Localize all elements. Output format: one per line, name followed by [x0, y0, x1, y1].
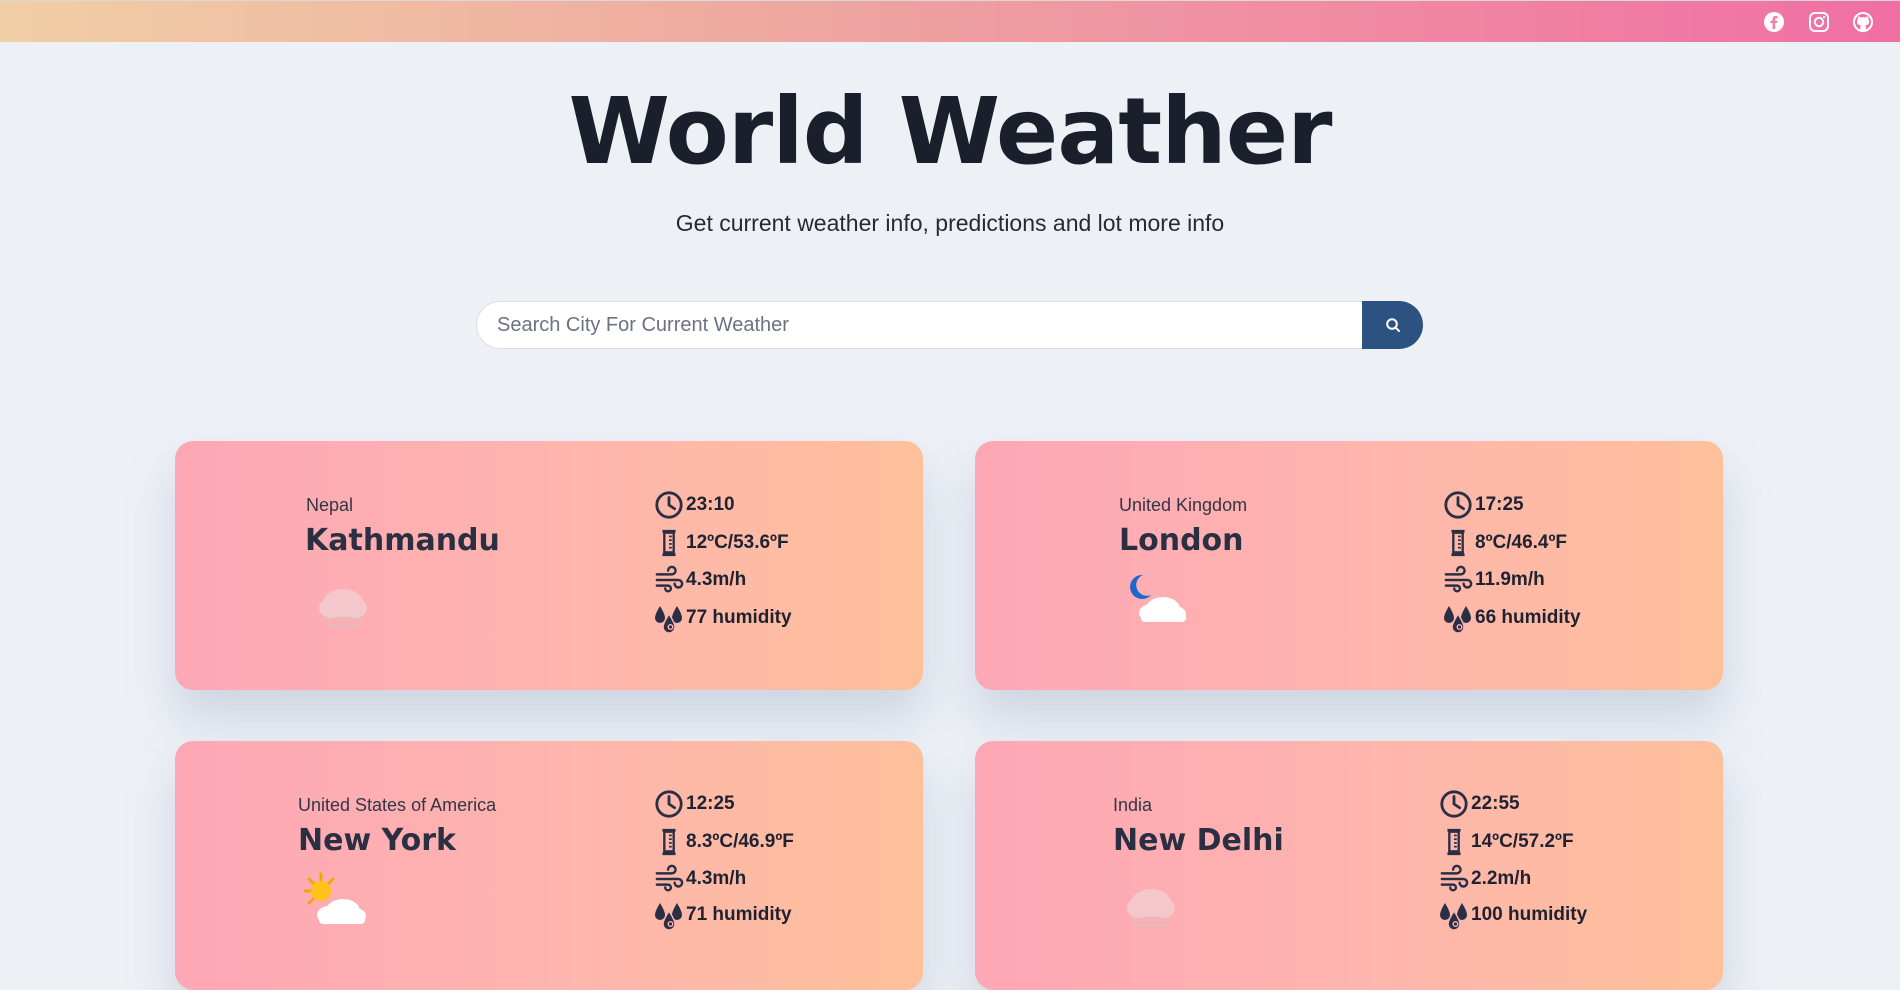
stat-humidity: 100 humidity	[1437, 899, 1587, 931]
stat-temp-value: 8.3ºC/46.9ºF	[686, 831, 794, 852]
stat-humidity-value: 66 humidity	[1475, 607, 1581, 628]
page-title: World Weather	[568, 78, 1332, 185]
card-city: New Delhi	[1113, 823, 1284, 858]
night-cloud-icon	[1121, 569, 1191, 629]
card-country: United States of America	[298, 795, 497, 815]
stat-wind: 11.9m/h	[1441, 564, 1545, 596]
stat-temp: 8.3ºC/46.9ºF	[652, 826, 794, 858]
search-icon	[1385, 318, 1400, 332]
clock-icon	[1437, 788, 1471, 820]
stat-humidity: 71 humidity	[652, 899, 792, 931]
fog-cloud-icon	[313, 581, 373, 631]
stat-wind-value: 11.9m/h	[1475, 569, 1545, 590]
clock-icon	[652, 788, 686, 820]
card-country: Nepal	[306, 495, 354, 515]
humidity-icon	[652, 899, 686, 931]
clock-icon	[1441, 489, 1475, 521]
page-subtitle: Get current weather info, predictions an…	[675, 210, 1225, 236]
facebook-icon[interactable]	[1763, 11, 1785, 33]
sun-cloud-icon	[299, 871, 369, 931]
stat-humidity-value: 77 humidity	[686, 607, 792, 628]
stat-time: 23:10	[652, 489, 735, 521]
wind-icon	[652, 564, 686, 596]
stat-humidity: 77 humidity	[652, 602, 792, 634]
stat-wind: 2.2m/h	[1437, 863, 1531, 895]
search-input[interactable]	[476, 301, 1362, 349]
stat-time: 17:25	[1441, 489, 1524, 521]
weather-card-kathmandu[interactable]: Nepal Kathmandu 23:10 12ºC/53.6ºF 4.3m/h…	[175, 441, 923, 690]
stat-temp: 12ºC/53.6ºF	[652, 527, 789, 559]
github-icon[interactable]	[1852, 11, 1874, 33]
card-country: India	[1113, 795, 1153, 815]
weather-card-new-delhi[interactable]: India New Delhi 22:55 14ºC/57.2ºF 2.2m/h…	[975, 741, 1723, 990]
humidity-icon	[652, 602, 686, 634]
weather-card-new-york[interactable]: United States of America New York 12:25 …	[175, 741, 923, 990]
card-city: London	[1119, 523, 1244, 558]
stat-time-value: 23:10	[686, 494, 735, 515]
top-bar	[0, 0, 1900, 42]
wind-icon	[1437, 863, 1471, 895]
thermometer-icon	[652, 527, 686, 559]
stat-time: 22:55	[1437, 788, 1520, 820]
stat-temp: 14ºC/57.2ºF	[1437, 826, 1574, 858]
instagram-icon[interactable]	[1808, 11, 1830, 33]
stat-wind-value: 2.2m/h	[1471, 868, 1532, 889]
stat-temp-value: 14ºC/57.2ºF	[1471, 831, 1574, 852]
search-bar	[476, 301, 1423, 351]
humidity-icon	[1437, 899, 1471, 931]
stat-temp-value: 12ºC/53.6ºF	[686, 532, 789, 553]
wind-icon	[652, 863, 686, 895]
stat-wind: 4.3m/h	[652, 863, 746, 895]
stat-time-value: 22:55	[1471, 793, 1520, 814]
stat-humidity-value: 71 humidity	[686, 904, 792, 925]
stat-temp: 8ºC/46.4ºF	[1441, 527, 1567, 559]
stat-time: 12:25	[652, 788, 735, 820]
stat-humidity: 66 humidity	[1441, 602, 1581, 634]
thermometer-icon	[1441, 527, 1475, 559]
wind-icon	[1441, 564, 1475, 596]
stat-temp-value: 8ºC/46.4ºF	[1475, 532, 1568, 553]
thermometer-icon	[1437, 826, 1471, 858]
stat-time-value: 17:25	[1475, 494, 1524, 515]
card-city: New York	[298, 823, 456, 858]
weather-card-london[interactable]: United Kingdom London 17:25 8ºC/46.4ºF 1…	[975, 441, 1723, 690]
stat-humidity-value: 100 humidity	[1471, 904, 1588, 925]
humidity-icon	[1441, 602, 1475, 634]
card-city: Kathmandu	[305, 523, 500, 558]
stat-wind-value: 4.3m/h	[686, 868, 747, 889]
thermometer-icon	[652, 826, 686, 858]
search-button[interactable]	[1362, 301, 1423, 349]
stat-wind: 4.3m/h	[652, 564, 746, 596]
stat-wind-value: 4.3m/h	[686, 569, 747, 590]
stat-time-value: 12:25	[686, 793, 735, 814]
clock-icon	[652, 489, 686, 521]
fog-cloud-icon	[1121, 881, 1181, 931]
card-country: United Kingdom	[1119, 495, 1248, 515]
